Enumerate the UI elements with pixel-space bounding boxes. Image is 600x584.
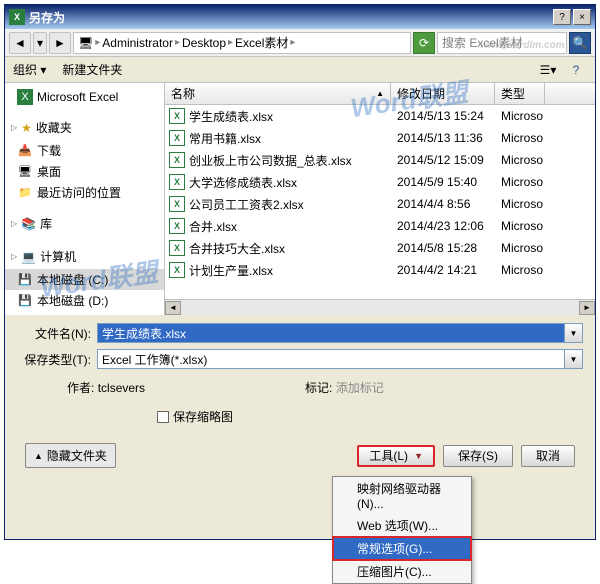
filetype-dropdown[interactable]: ▼ (565, 349, 583, 369)
filename-dropdown[interactable]: ▼ (565, 323, 583, 343)
sidebar-item-excel[interactable]: XMicrosoft Excel (5, 87, 164, 107)
col-name[interactable]: 名称▲ (165, 83, 391, 104)
h-scrollbar[interactable]: ◄► (165, 299, 595, 315)
breadcrumb[interactable]: 🖥▸ Administrator▸ Desktop▸ Excel素材▸ (73, 32, 411, 54)
file-row[interactable]: X创业板上市公司数据_总表.xlsx2014/5/12 15:09Microso (165, 149, 595, 171)
nav-bar: ◄ ▾ ► 🖥▸ Administrator▸ Desktop▸ Excel素材… (5, 29, 595, 57)
back-button[interactable]: ◄ (9, 32, 31, 54)
sidebar-item-drive-d[interactable]: 💾本地磁盘 (D:) (5, 290, 164, 311)
filetype-label: 保存类型(T): (17, 351, 97, 368)
sidebar: XMicrosoft Excel ▷★收藏夹 📥下载 🖥桌面 📁最近访问的位置 … (5, 83, 165, 315)
file-list-area: 名称▲ 修改日期 类型 X学生成绩表.xlsx2014/5/13 15:24Mi… (165, 83, 595, 315)
window-title: 另存为 (29, 9, 551, 26)
filetype-select[interactable]: Excel 工作簿(*.xlsx) (97, 349, 565, 369)
tools-button[interactable]: 工具(L)▼ (357, 445, 435, 467)
view-button[interactable]: ☰▾ (537, 60, 559, 80)
search-input[interactable]: 搜索 Excel素材 (437, 32, 567, 54)
search-go-button[interactable]: 🔍 (569, 32, 591, 54)
file-list[interactable]: X学生成绩表.xlsx2014/5/13 15:24MicrosoX常用书籍.x… (165, 105, 595, 299)
excel-file-icon: X (169, 196, 185, 212)
author-field: 作者: tclsevers (67, 379, 145, 396)
organize-button[interactable]: 组织 ▾ (13, 61, 46, 78)
computer-icon: 🖥 (78, 36, 93, 50)
tag-field[interactable]: 标记: 添加标记 (305, 379, 384, 396)
col-type[interactable]: 类型 (495, 83, 545, 104)
excel-file-icon: X (169, 152, 185, 168)
sidebar-item-drive-c[interactable]: 💾本地磁盘 (C:) (5, 269, 164, 290)
forward-button[interactable]: ► (49, 32, 71, 54)
excel-file-icon: X (169, 130, 185, 146)
new-folder-button[interactable]: 新建文件夹 (62, 61, 122, 78)
file-row[interactable]: X公司员工工资表2.xlsx2014/4/4 8:56Microso (165, 193, 595, 215)
bottom-panel: 文件名(N): 学生成绩表.xlsx ▼ 保存类型(T): Excel 工作簿(… (5, 315, 595, 476)
menu-map-drive[interactable]: 映射网络驱动器(N)... (333, 477, 471, 514)
excel-file-icon: X (169, 174, 185, 190)
file-row[interactable]: X大学选修成绩表.xlsx2014/5/9 15:40Microso (165, 171, 595, 193)
thumbnail-checkbox[interactable]: 保存缩略图 (17, 408, 583, 425)
file-row[interactable]: X合并技巧大全.xlsx2014/5/8 15:28Microso (165, 237, 595, 259)
back-history-button[interactable]: ▾ (33, 32, 47, 54)
excel-file-icon: X (169, 108, 185, 124)
file-row[interactable]: X学生成绩表.xlsx2014/5/13 15:24Microso (165, 105, 595, 127)
menu-web-options[interactable]: Web 选项(W)... (333, 514, 471, 537)
breadcrumb-item[interactable]: Excel素材 (235, 34, 288, 51)
save-as-dialog: X 另存为 ? × ◄ ▾ ► 🖥▸ Administrator▸ Deskto… (4, 4, 596, 540)
help-button[interactable]: ? (553, 9, 571, 25)
excel-file-icon: X (169, 262, 185, 278)
sidebar-favorites[interactable]: ▷★收藏夹 (5, 115, 164, 140)
file-row[interactable]: X常用书籍.xlsx2014/5/13 11:36Microso (165, 127, 595, 149)
sidebar-item-recent[interactable]: 📁最近访问的位置 (5, 182, 164, 203)
excel-file-icon: X (169, 240, 185, 256)
menu-general-options[interactable]: 常规选项(G)... (333, 537, 471, 560)
help-icon[interactable]: ? (565, 60, 587, 80)
sidebar-item-downloads[interactable]: 📥下载 (5, 140, 164, 161)
breadcrumb-item[interactable]: Administrator (102, 36, 173, 50)
checkbox-icon (157, 411, 169, 423)
breadcrumb-item[interactable]: Desktop (182, 36, 226, 50)
file-header: 名称▲ 修改日期 类型 (165, 83, 595, 105)
sidebar-libraries[interactable]: ▷📚库 (5, 211, 164, 236)
file-row[interactable]: X合并.xlsx2014/4/23 12:06Microso (165, 215, 595, 237)
sidebar-computer[interactable]: ▷💻计算机 (5, 244, 164, 269)
toolbar: 组织 ▾ 新建文件夹 ☰▾ ? (5, 57, 595, 83)
titlebar: X 另存为 ? × (5, 5, 595, 29)
cancel-button[interactable]: 取消 (521, 445, 575, 467)
file-row[interactable]: X计划生产量.xlsx2014/4/2 14:21Microso (165, 259, 595, 281)
tools-menu: 映射网络驱动器(N)... Web 选项(W)... 常规选项(G)... 压缩… (332, 476, 472, 584)
hide-folders-button[interactable]: ▲隐藏文件夹 (25, 443, 116, 468)
menu-compress[interactable]: 压缩图片(C)... (333, 560, 471, 583)
save-button[interactable]: 保存(S) (443, 445, 513, 467)
filename-label: 文件名(N): (17, 325, 97, 342)
filename-input[interactable]: 学生成绩表.xlsx (97, 323, 565, 343)
col-date[interactable]: 修改日期 (391, 83, 495, 104)
close-button[interactable]: × (573, 9, 591, 25)
excel-app-icon: X (9, 9, 25, 25)
refresh-button[interactable]: ⟳ (413, 32, 435, 54)
sidebar-item-desktop[interactable]: 🖥桌面 (5, 161, 164, 182)
excel-file-icon: X (169, 218, 185, 234)
